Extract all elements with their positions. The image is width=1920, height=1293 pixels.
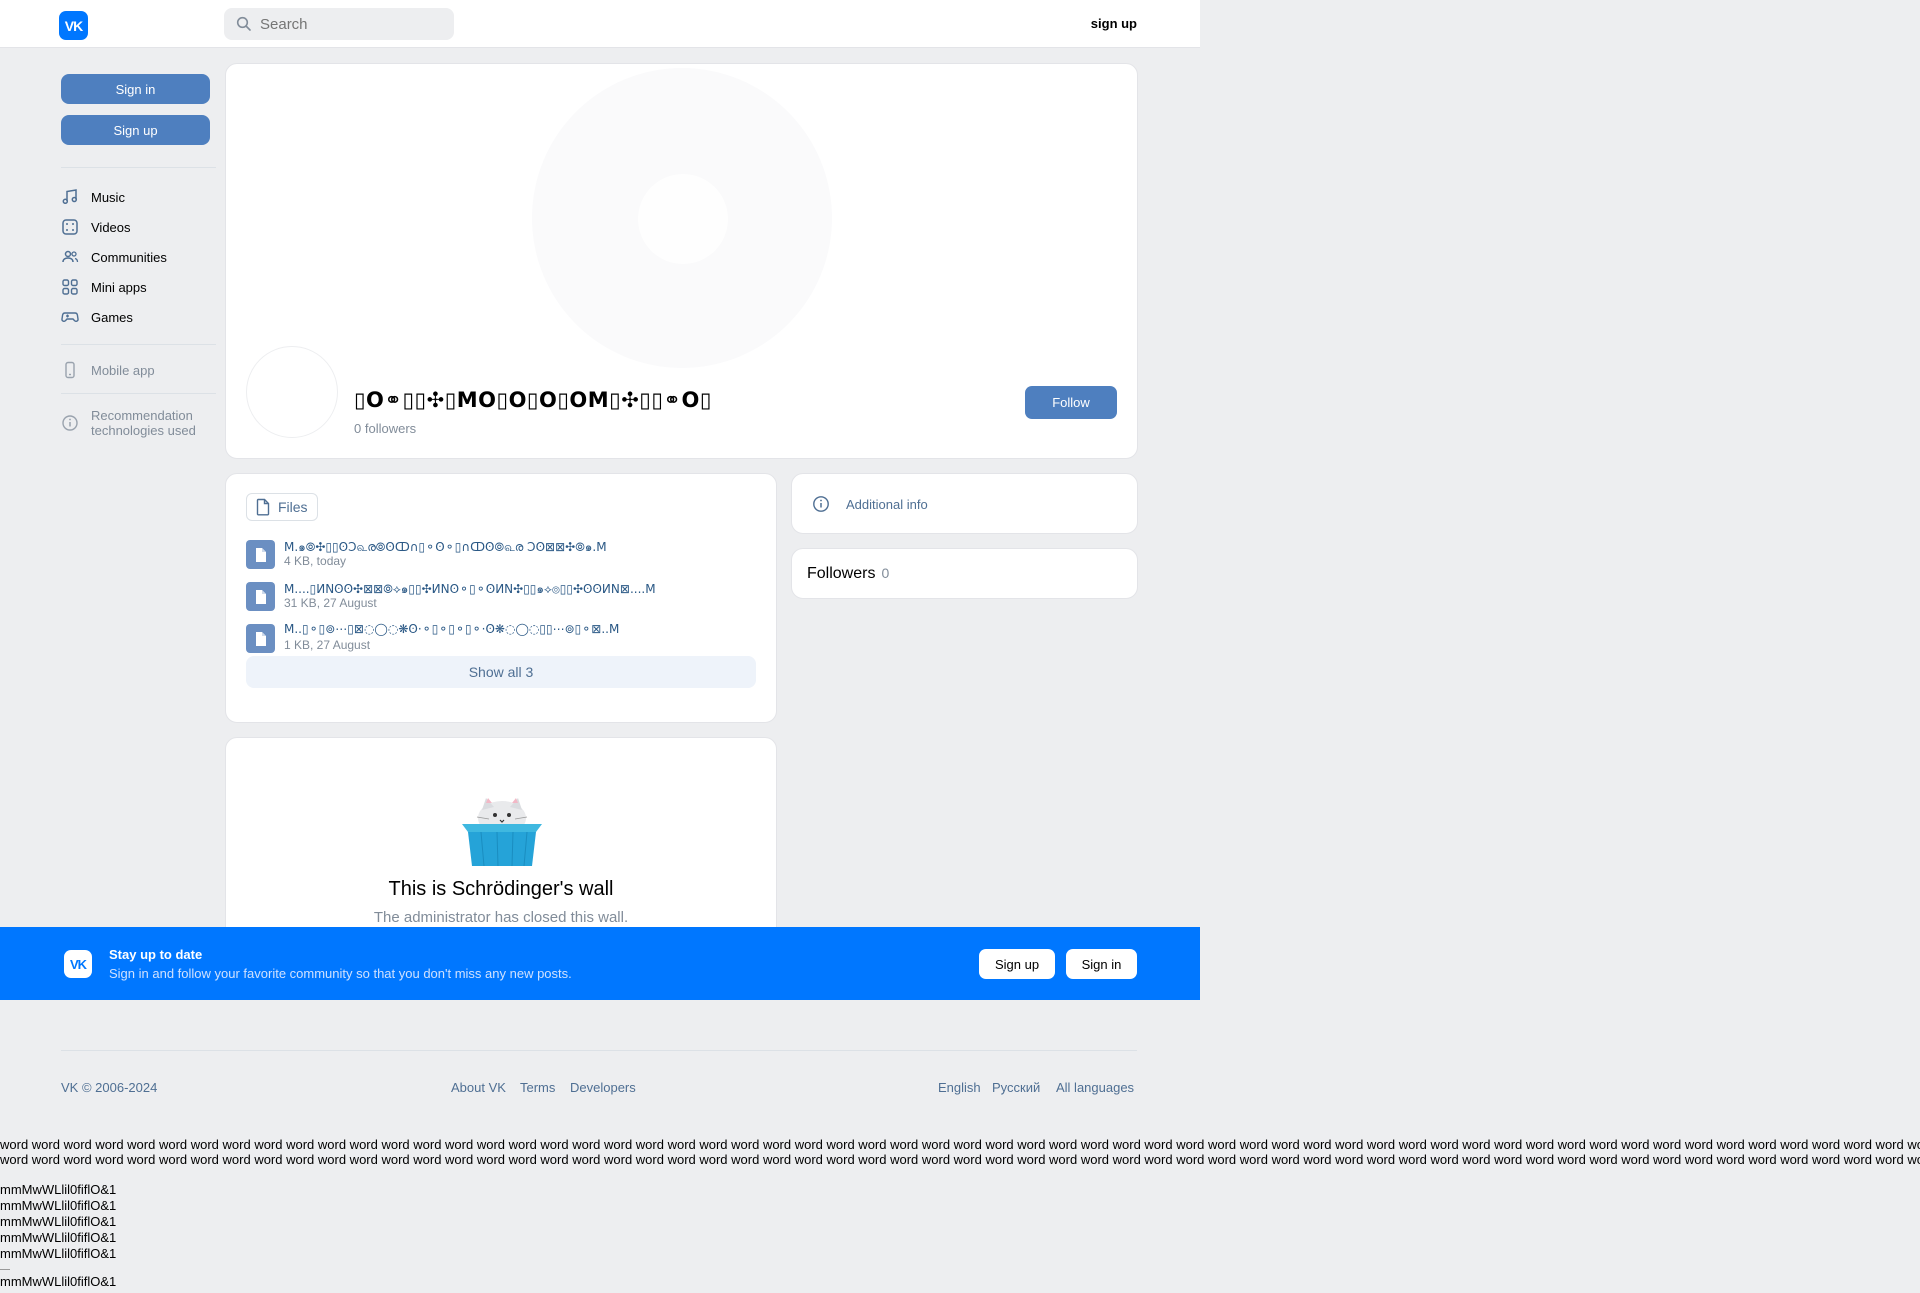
document-icon — [246, 540, 275, 569]
followers-number: 0 — [881, 565, 890, 581]
sidebar-divider — [61, 393, 216, 394]
additional-info-label: Additional info — [846, 496, 928, 512]
banner-sign-in-button[interactable]: Sign in — [1066, 949, 1137, 979]
file-icon — [256, 498, 270, 516]
avatar[interactable] — [246, 346, 338, 438]
mini-apps-icon — [62, 279, 78, 295]
footer-about-link[interactable]: About VK — [451, 1080, 506, 1095]
top-header: VK sign up — [0, 0, 1200, 48]
community-header-card: ▯O⚭▯▯✣▯MO▯O▯O▯OM▯✣▯▯⚭O▯ 0 followers Foll… — [225, 63, 1138, 459]
footer-lang-russian[interactable]: Русский — [992, 1080, 1040, 1095]
sidebar-item-label: Mini apps — [91, 279, 147, 295]
sidebar-item-games[interactable]: Games — [61, 305, 133, 329]
wall-card: This is Schrödinger's wall The administr… — [225, 737, 777, 947]
phone-icon — [65, 361, 75, 379]
sidebar-item-music[interactable]: Music — [61, 185, 125, 209]
footer-lang-english[interactable]: English — [938, 1080, 981, 1095]
footer-terms-link[interactable]: Terms — [520, 1080, 555, 1095]
sidebar-item-label: Music — [91, 189, 125, 205]
file-name[interactable]: M..▯⚬▯⊚⋯▯⊠◌◯◌❋ʘ·⚬▯⚬▯⚬▯⚬·ʘ❋◌◯◌▯▯⋯⊚▯⚬⊠..M — [284, 622, 619, 636]
footer-divider — [61, 1050, 1137, 1051]
info-icon — [813, 496, 829, 512]
search-icon — [236, 16, 251, 31]
word-line: word word word word word word word word … — [0, 1152, 1920, 1167]
follow-button[interactable]: Follow — [1025, 386, 1117, 419]
videos-icon — [62, 219, 78, 235]
mm-line: mmMwWLlil0fiflO&1 — [0, 1274, 117, 1289]
sidebar-item-communities[interactable]: Communities — [61, 245, 167, 269]
sign-up-button[interactable]: Sign up — [61, 115, 210, 145]
banner-sign-up-button[interactable]: Sign up — [979, 949, 1055, 979]
sidebar-item-mobile-app[interactable]: Mobile app — [61, 358, 155, 382]
mm-lines: mmMwWLlil0fiflO&1 mmMwWLlil0fiflO&1 mmMw… — [0, 1182, 116, 1290]
info-icon — [62, 415, 78, 431]
list-item[interactable]: M..▯⚬▯⊚⋯▯⊠◌◯◌❋ʘ·⚬▯⚬▯⚬▯⚬·ʘ❋◌◯◌▯▯⋯⊚▯⚬⊠..M … — [246, 622, 766, 656]
followers-card[interactable]: Followers 0 — [791, 548, 1138, 599]
footer-copyright: VK © 2006-2024 — [61, 1080, 158, 1095]
list-item[interactable]: M....▯ИNʘʘ✣⊠⊠⦾⟡๑▯▯✣ИNʘ⚬▯⚬ʘИN✣▯▯๑⟡⦾▯▯✣ʘʘИ… — [246, 580, 766, 614]
search-input[interactable] — [260, 15, 440, 33]
sign-in-button[interactable]: Sign in — [61, 74, 210, 104]
sidebar-item-mini-apps[interactable]: Mini apps — [61, 275, 147, 299]
cat-in-box-icon — [462, 798, 542, 867]
header-signup-link[interactable]: sign up — [1091, 16, 1137, 31]
followers-count[interactable]: 0 followers — [354, 421, 416, 436]
followers-title[interactable]: Followers 0 — [807, 565, 889, 583]
signup-banner: VK Stay up to date Sign in and follow yo… — [0, 927, 1200, 1000]
mm-separator — [0, 1269, 10, 1270]
sidebar-divider — [61, 167, 216, 168]
cover-decoration — [638, 174, 728, 264]
word-line: word word word word word word word word … — [0, 1137, 1920, 1152]
wall-title: This is Schrödinger's wall — [388, 878, 614, 900]
sidebar-item-label: Mobile app — [91, 362, 155, 378]
followers-heading: Followers — [807, 565, 876, 582]
community-name: ▯O⚭▯▯✣▯MO▯O▯O▯OM▯✣▯▯⚭O▯ — [354, 388, 712, 412]
vk-logo-icon[interactable]: VK — [59, 11, 88, 40]
banner-title: Stay up to date — [109, 947, 203, 962]
games-icon — [61, 312, 79, 322]
sidebar-item-label: Communities — [91, 249, 167, 265]
footer-developers-link[interactable]: Developers — [570, 1080, 636, 1095]
sidebar-item-recommendation[interactable]: Recommendation technologies used — [61, 408, 196, 440]
recommendation-line2: technologies used — [91, 423, 196, 438]
additional-info-link[interactable]: Additional info — [812, 495, 928, 513]
show-all-files-button[interactable]: Show all 3 — [246, 656, 756, 688]
followers-label: followers — [364, 421, 417, 436]
document-icon — [246, 624, 275, 653]
additional-info-card[interactable]: Additional info — [791, 473, 1138, 534]
list-item[interactable]: M.๑⦾✣▯▯ʘƆ௳ര⦾ʘↀ∩▯⚬ʘ⚬▯∩ↀʘ⦾௳ര Ɔʘ⊠⊠✣⦾๑.M 4 K… — [246, 538, 766, 572]
files-card: Files M.๑⦾✣▯▯ʘƆ௳ര⦾ʘↀ∩▯⚬ʘ⚬▯∩ↀʘ⦾௳ര Ɔʘ⊠⊠✣⦾๑… — [225, 473, 777, 723]
sidebar-divider — [61, 344, 216, 345]
sidebar-item-label: Videos — [91, 219, 131, 235]
tab-files-label: Files — [278, 499, 308, 515]
sidebar-item-label: Games — [91, 309, 133, 325]
mm-line: mmMwWLlil0fiflO&1 — [0, 1198, 117, 1213]
search-box[interactable] — [224, 8, 454, 40]
footer-all-languages[interactable]: All languages — [1056, 1080, 1134, 1095]
banner-subtitle: Sign in and follow your favorite communi… — [109, 966, 572, 981]
followers-number: 0 — [354, 421, 362, 436]
mm-line: mmMwWLlil0fiflO&1 — [0, 1230, 117, 1245]
sidebar-item-videos[interactable]: Videos — [61, 215, 131, 239]
tab-files[interactable]: Files — [246, 493, 318, 521]
document-icon — [246, 582, 275, 611]
mm-line: mmMwWLlil0fiflO&1 — [0, 1182, 117, 1197]
sidebar-item-label: Recommendation technologies used — [91, 408, 196, 438]
mm-line: mmMwWLlil0fiflO&1 — [0, 1246, 117, 1261]
file-meta: 1 KB, 27 August — [284, 638, 371, 652]
vk-logo-icon: VK — [64, 950, 92, 978]
recommendation-line1: Recommendation — [91, 408, 193, 423]
communities-icon — [62, 250, 79, 263]
word-lines: word word word word word word word word … — [0, 1137, 1920, 1167]
mm-line: mmMwWLlil0fiflO&1 — [0, 1214, 117, 1229]
wall-subtitle: The administrator has closed this wall. — [373, 909, 629, 926]
music-icon — [62, 189, 78, 205]
file-meta: 31 KB, 27 August — [284, 596, 377, 610]
file-meta: 4 KB, today — [284, 554, 347, 568]
